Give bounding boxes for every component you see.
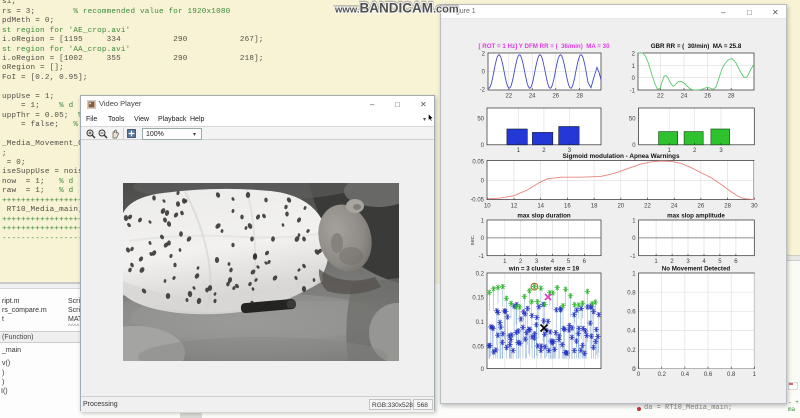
svg-text:5: 5 (718, 259, 722, 265)
svg-text:0.6: 0.6 (627, 310, 636, 316)
svg-text:[ ROT = 1 Hz] Y DFM RR = ( 36: [ ROT = 1 Hz] Y DFM RR = ( 36/min) MA = … (478, 43, 610, 50)
svg-text:-1: -1 (630, 254, 636, 260)
svg-text:0.4: 0.4 (627, 329, 636, 335)
svg-text:win = 3 cluster size = 19: win = 3 cluster size = 19 (508, 266, 580, 273)
svg-text:4: 4 (702, 259, 706, 265)
svg-text:6: 6 (583, 259, 587, 265)
svg-text:-1: -1 (630, 89, 636, 95)
svg-text:3: 3 (686, 259, 690, 265)
svg-text:6: 6 (734, 259, 738, 265)
svg-text:10: 10 (484, 204, 491, 210)
svg-text:max slop duration: max slop duration (517, 213, 571, 220)
svg-text:0: 0 (481, 179, 485, 185)
svg-text:28: 28 (728, 94, 735, 100)
svg-text:1: 1 (481, 219, 485, 225)
svg-text:0.2: 0.2 (627, 348, 636, 354)
svg-text:2: 2 (693, 148, 697, 154)
svg-text:22: 22 (505, 94, 512, 100)
svg-text:0.8: 0.8 (727, 372, 736, 378)
svg-text:12: 12 (511, 204, 518, 210)
svg-text:2: 2 (632, 52, 636, 58)
svg-text:0.05: 0.05 (472, 344, 484, 350)
svg-text:-1: -1 (479, 254, 485, 260)
svg-text:1: 1 (517, 148, 521, 154)
svg-text:1: 1 (654, 259, 658, 265)
svg-text:4: 4 (551, 259, 555, 265)
svg-text:22: 22 (644, 204, 651, 210)
svg-text:24: 24 (681, 94, 688, 100)
svg-text:0.15: 0.15 (472, 296, 484, 302)
svg-text:max slop amplitude: max slop amplitude (667, 213, 725, 220)
svg-text:1: 1 (632, 64, 636, 70)
svg-text:0.1: 0.1 (476, 320, 485, 326)
svg-text:50: 50 (477, 117, 484, 123)
svg-text:3: 3 (535, 259, 539, 265)
svg-text:0.2: 0.2 (476, 271, 485, 277)
svg-text:2: 2 (519, 259, 523, 265)
svg-text:26: 26 (698, 204, 705, 210)
svg-text:1: 1 (753, 372, 757, 378)
svg-text:0: 0 (482, 70, 486, 76)
svg-text:2: 2 (670, 259, 674, 265)
svg-text:2: 2 (482, 52, 486, 58)
svg-text:28: 28 (724, 204, 731, 210)
svg-text:0: 0 (632, 367, 636, 373)
svg-text:5: 5 (567, 259, 571, 265)
svg-text:sec.: sec. (470, 234, 476, 245)
svg-text:-0.05: -0.05 (470, 198, 484, 204)
svg-text:No Movement Detected: No Movement Detected (662, 266, 731, 273)
svg-text:0.4: 0.4 (681, 372, 690, 378)
svg-text:0.05: 0.05 (472, 160, 484, 166)
svg-text:0.8: 0.8 (627, 290, 636, 296)
svg-text:0: 0 (632, 236, 636, 242)
svg-text:0: 0 (481, 143, 485, 149)
svg-text:1: 1 (503, 259, 507, 265)
svg-text:0: 0 (632, 76, 636, 82)
svg-text:1: 1 (632, 219, 636, 225)
svg-text:18: 18 (591, 204, 598, 210)
svg-text:20: 20 (617, 204, 624, 210)
svg-text:26: 26 (704, 94, 711, 100)
svg-text:14: 14 (537, 204, 544, 210)
svg-text:0: 0 (481, 367, 485, 373)
svg-text:50: 50 (629, 117, 636, 123)
svg-text:0.2: 0.2 (658, 372, 667, 378)
svg-text:28: 28 (576, 94, 583, 100)
svg-text:GBR RR = ( 30/min) MA = 25.8: GBR RR = ( 30/min) MA = 25.8 (651, 43, 742, 50)
svg-text:1: 1 (632, 271, 636, 277)
svg-text:30: 30 (751, 204, 758, 210)
svg-text:3: 3 (719, 148, 723, 154)
svg-text:0.6: 0.6 (704, 372, 713, 378)
svg-text:2: 2 (542, 148, 546, 154)
svg-text:0: 0 (632, 143, 636, 149)
svg-text:24: 24 (529, 94, 536, 100)
svg-text:16: 16 (564, 204, 571, 210)
svg-text:-2: -2 (480, 88, 486, 94)
svg-text:24: 24 (671, 204, 678, 210)
svg-text:22: 22 (657, 94, 664, 100)
svg-text:0: 0 (637, 372, 641, 378)
svg-text:26: 26 (552, 94, 559, 100)
svg-text:Sigmoid modulation - Apnea War: Sigmoid modulation - Apnea Warnings (562, 153, 679, 160)
svg-text:0: 0 (481, 236, 485, 242)
